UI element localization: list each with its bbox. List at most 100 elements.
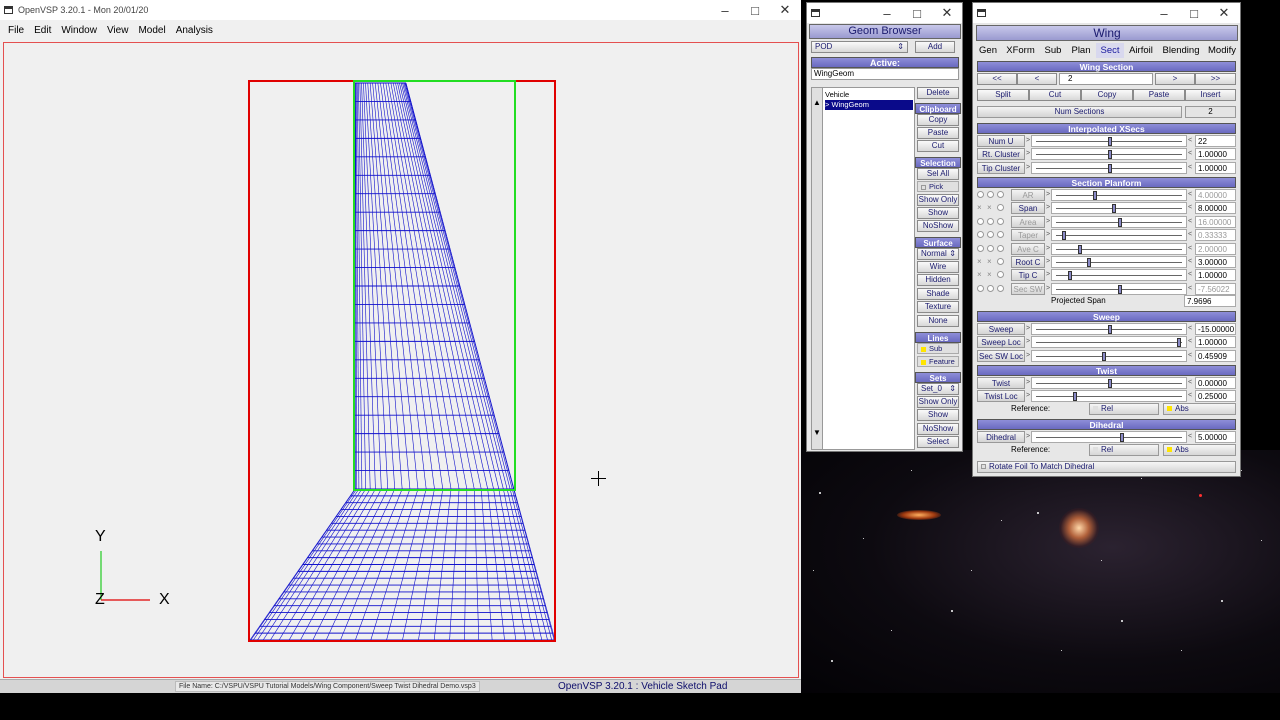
param-slider[interactable] bbox=[1051, 282, 1187, 295]
tree-item-winggeom[interactable]: > WingGeom bbox=[825, 100, 913, 110]
rotate-foil-toggle[interactable]: Rotate Foil To Match Dihedral bbox=[977, 461, 1236, 473]
tab-sub[interactable]: Sub bbox=[1040, 43, 1066, 58]
driver-radio[interactable] bbox=[997, 231, 1004, 239]
param-slider[interactable] bbox=[1031, 148, 1187, 161]
show-button[interactable]: Show bbox=[917, 207, 959, 219]
active-geom-field[interactable]: WingGeom bbox=[811, 68, 959, 80]
set-select-button[interactable]: Select bbox=[917, 436, 959, 448]
param-slider[interactable] bbox=[1031, 323, 1187, 335]
step-up-icon[interactable]: < bbox=[1187, 135, 1193, 147]
step-up-icon[interactable]: < bbox=[1187, 377, 1193, 389]
menu-view[interactable]: View bbox=[107, 25, 129, 36]
step-up-icon[interactable]: < bbox=[1187, 216, 1193, 228]
maximize-icon[interactable]: □ bbox=[740, 0, 770, 20]
param-value-input[interactable]: 1.00000 bbox=[1195, 269, 1236, 282]
driver-radio[interactable] bbox=[987, 217, 994, 225]
driver-radio[interactable] bbox=[977, 191, 984, 198]
delete-button[interactable]: Delete bbox=[917, 87, 959, 99]
section-index-field[interactable]: 2 bbox=[1059, 73, 1153, 85]
slider-thumb[interactable] bbox=[1177, 338, 1182, 348]
driver-radio[interactable] bbox=[987, 244, 994, 252]
param-slider[interactable] bbox=[1031, 161, 1187, 174]
driver-radio[interactable] bbox=[997, 258, 1004, 265]
step-up-icon[interactable]: < bbox=[1187, 148, 1193, 160]
slider-thumb[interactable] bbox=[1118, 284, 1122, 294]
pick-toggle[interactable]: Pick bbox=[917, 181, 959, 192]
set-select[interactable]: Set_0 ⇕ bbox=[917, 383, 959, 395]
param-slider[interactable] bbox=[1031, 390, 1187, 403]
param-value-input[interactable]: 1.00000 bbox=[1195, 336, 1236, 349]
texture-button[interactable]: Texture bbox=[917, 301, 959, 313]
param-value-input[interactable]: 0.25000 bbox=[1195, 390, 1236, 403]
slider-thumb[interactable] bbox=[1073, 392, 1078, 402]
step-up-icon[interactable]: < bbox=[1187, 336, 1193, 348]
shade-button[interactable]: Shade bbox=[917, 288, 959, 300]
param-slider[interactable] bbox=[1051, 189, 1187, 201]
cut-button[interactable]: Cut bbox=[917, 140, 959, 152]
param-slider[interactable] bbox=[1031, 336, 1187, 349]
set-no-show-button[interactable]: NoShow bbox=[917, 423, 959, 435]
driver-radio[interactable] bbox=[987, 231, 994, 239]
slider-thumb[interactable] bbox=[1093, 191, 1098, 200]
tab-airfoil[interactable]: Airfoil bbox=[1125, 43, 1157, 58]
twist-abs-toggle[interactable]: Abs bbox=[1163, 403, 1236, 415]
minimize-icon[interactable]: – bbox=[872, 3, 902, 23]
param-value-input[interactable]: 1.00000 bbox=[1195, 148, 1236, 161]
prev-section-button[interactable]: < bbox=[1017, 73, 1057, 85]
driver-radio[interactable] bbox=[997, 204, 1004, 212]
no-show-button[interactable]: NoShow bbox=[917, 220, 959, 232]
step-up-icon[interactable]: < bbox=[1187, 390, 1193, 402]
param-value-input[interactable]: 4.00000 bbox=[1195, 189, 1236, 201]
add-geom-button[interactable]: Add bbox=[915, 41, 955, 53]
tree-item-vehicle[interactable]: Vehicle bbox=[825, 90, 849, 100]
param-slider[interactable] bbox=[1031, 431, 1187, 443]
param-value-input[interactable]: 1.00000 bbox=[1195, 161, 1236, 174]
driver-radio[interactable] bbox=[997, 271, 1004, 279]
dihedral-rel-toggle[interactable]: Rel bbox=[1089, 444, 1159, 456]
split-button[interactable]: Split bbox=[977, 89, 1029, 101]
slider-thumb[interactable] bbox=[1087, 258, 1091, 267]
menu-window[interactable]: Window bbox=[61, 25, 97, 36]
driver-radio[interactable] bbox=[987, 191, 994, 198]
slider-thumb[interactable] bbox=[1108, 150, 1112, 160]
driver-radio[interactable] bbox=[977, 231, 984, 239]
driver-radio[interactable] bbox=[977, 284, 984, 292]
paste-button[interactable]: Paste bbox=[917, 127, 959, 139]
step-up-icon[interactable]: < bbox=[1187, 256, 1193, 268]
step-up-icon[interactable]: < bbox=[1187, 350, 1193, 362]
tab-plan[interactable]: Plan bbox=[1067, 43, 1095, 58]
param-slider[interactable] bbox=[1051, 269, 1187, 282]
driver-radio[interactable] bbox=[977, 244, 984, 252]
geom-tree[interactable]: ▲ ▼ Vehicle > WingGeom bbox=[811, 87, 915, 450]
close-icon[interactable]: ✕ bbox=[1209, 3, 1239, 23]
param-slider[interactable] bbox=[1051, 229, 1187, 242]
driver-radio[interactable] bbox=[997, 191, 1004, 198]
param-value-input[interactable]: 22 bbox=[1195, 135, 1236, 147]
tree-scrollbar[interactable]: ▲ ▼ bbox=[812, 88, 823, 449]
maximize-icon[interactable]: □ bbox=[902, 3, 932, 23]
geom-type-select[interactable]: POD ⇕ bbox=[811, 41, 908, 53]
minimize-icon[interactable]: – bbox=[1149, 3, 1179, 23]
param-slider[interactable] bbox=[1051, 215, 1187, 228]
slider-thumb[interactable] bbox=[1068, 271, 1073, 281]
step-up-icon[interactable]: < bbox=[1187, 162, 1193, 174]
param-value-input[interactable]: 3.00000 bbox=[1195, 256, 1236, 268]
param-value-input[interactable]: -15.00000 bbox=[1195, 323, 1236, 335]
first-section-button[interactable]: << bbox=[977, 73, 1017, 85]
scroll-down-icon[interactable]: ▼ bbox=[813, 428, 821, 437]
last-section-button[interactable]: >> bbox=[1195, 73, 1236, 85]
scroll-up-icon[interactable]: ▲ bbox=[813, 98, 821, 107]
slider-thumb[interactable] bbox=[1108, 325, 1112, 334]
slider-thumb[interactable] bbox=[1108, 379, 1112, 388]
set-show-only-button[interactable]: Show Only bbox=[917, 396, 959, 408]
tab-blending[interactable]: Blending bbox=[1158, 43, 1204, 58]
driver-radio[interactable] bbox=[997, 284, 1004, 292]
minimize-icon[interactable]: – bbox=[710, 0, 740, 20]
slider-thumb[interactable] bbox=[1062, 231, 1067, 241]
slider-thumb[interactable] bbox=[1078, 244, 1083, 254]
3d-viewport[interactable]: Y Z X bbox=[3, 42, 799, 678]
close-icon[interactable]: ✕ bbox=[770, 0, 800, 20]
slider-thumb[interactable] bbox=[1118, 217, 1122, 227]
param-value-input[interactable]: -7.56022 bbox=[1195, 282, 1236, 295]
step-up-icon[interactable]: < bbox=[1187, 269, 1193, 281]
